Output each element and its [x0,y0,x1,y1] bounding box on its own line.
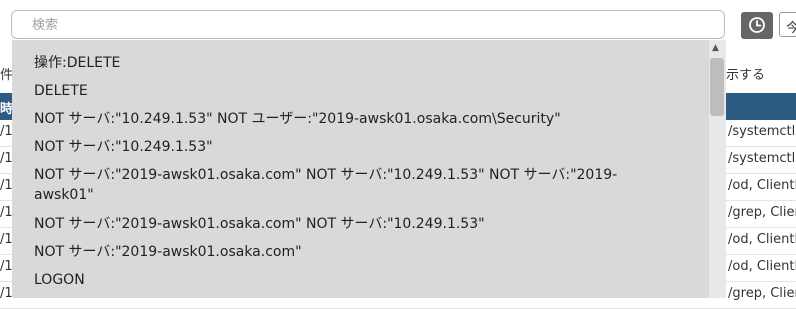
row-cell-time: /1 [0,124,13,139]
row-cell-detail: /grep, Clier [728,205,796,220]
suggestion-item[interactable]: NOT サーバ:"2019-awsk01.osaka.com" [34,242,634,262]
row-cell-time: /1 [0,232,13,247]
display-option-label[interactable]: 示する [726,64,765,83]
scroll-up-arrow-icon[interactable]: ▲ [712,43,719,53]
suggestion-item[interactable]: NOT サーバ:"10.249.1.53" [34,137,634,157]
row-cell-detail: /od, ClientI [728,259,796,274]
clock-icon [749,17,765,33]
suggestion-item[interactable]: LOGON [34,270,634,290]
row-cell-detail: /systemctl, [728,124,796,139]
row-cell-detail: /grep, Clier [728,286,796,301]
row-cell-time: /1 [0,205,13,220]
search-input[interactable] [30,11,714,39]
row-cell-detail: /od, ClientI [728,178,796,193]
row-cell-time: /1 [0,178,13,193]
suggestion-item[interactable]: DELETE [34,81,634,101]
search-field[interactable] [11,10,725,39]
suggestion-item[interactable]: NOT サーバ:"2019-awsk01.osaka.com" NOT サーバ:… [34,214,634,234]
row-cell-detail: /od, ClientI [728,232,796,247]
suggestion-item[interactable]: 操作:DELETE [34,53,634,73]
row-cell-time: /1 [0,259,13,274]
search-suggestions-dropdown: 操作:DELETE DELETE NOT サーバ:"10.249.1.53" N… [12,40,726,298]
row-cell-time: /1 [0,151,13,166]
today-button[interactable]: 今 [779,12,796,37]
row-cell-detail: /systemctl, [728,151,796,166]
time-range-button[interactable] [741,12,773,39]
row-cell-time: /1 [0,286,13,301]
dropdown-scrollbar[interactable]: ▲ [709,40,726,298]
scrollbar-thumb[interactable] [710,58,724,116]
suggestion-item[interactable]: NOT サーバ:"10.249.1.53" NOT ユーザー:"2019-aws… [34,109,634,129]
suggestion-item[interactable]: NOT サーバ:"2019-awsk01.osaka.com" NOT サーバ:… [34,165,634,205]
